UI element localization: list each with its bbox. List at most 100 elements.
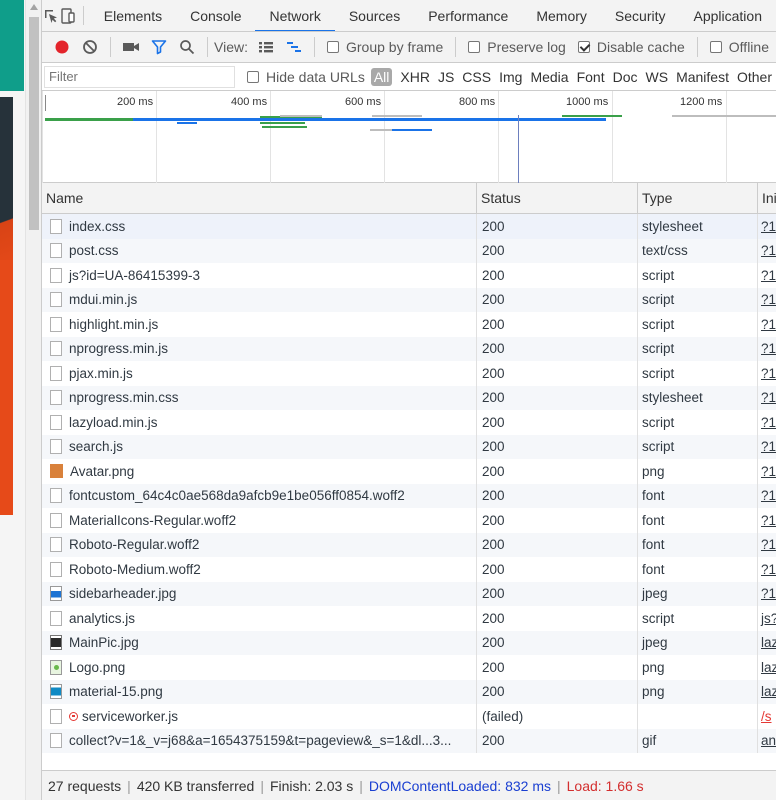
network-overview[interactable]: 200 ms 400 ms 600 ms 800 ms 1000 ms 1200… — [42, 91, 776, 183]
initiator-link[interactable]: ?1 — [761, 366, 776, 381]
initiator-link[interactable]: ?1 — [761, 317, 776, 332]
checkbox-box[interactable] — [247, 70, 259, 83]
page-scrollbar[interactable] — [25, 0, 42, 800]
table-row[interactable]: highlight.min.js 200 script ?1 — [42, 312, 776, 337]
cell-initiator[interactable]: ?1 — [758, 582, 776, 607]
initiator-link[interactable]: an — [761, 733, 776, 748]
table-row[interactable]: nprogress.min.css 200 stylesheet ?1 — [42, 385, 776, 411]
initiator-link[interactable]: ?1 — [761, 537, 776, 552]
initiator-link[interactable]: ?1 — [761, 341, 776, 356]
cell-initiator[interactable]: /s — [758, 704, 776, 729]
initiator-link[interactable]: ?1 — [761, 292, 776, 307]
initiator-link[interactable]: ?1 — [761, 488, 776, 503]
table-row[interactable]: sidebarheader.jpg 200 jpeg ?1 — [42, 581, 776, 607]
inspect-element-icon[interactable] — [42, 0, 60, 31]
table-row[interactable]: MaterialIcons-Regular.woff2 200 font ?1 — [42, 508, 776, 533]
table-row[interactable]: js?id=UA-86415399-3 200 script ?1 — [42, 263, 776, 288]
initiator-link[interactable]: ?1 — [761, 415, 776, 430]
cell-initiator[interactable]: laz — [758, 655, 776, 680]
cell-initiator[interactable]: an — [758, 729, 776, 754]
initiator-link[interactable]: ?1 — [761, 513, 776, 528]
tab-security[interactable]: Security — [601, 0, 680, 31]
tab-application[interactable]: Application — [680, 0, 776, 31]
clear-button[interactable] — [76, 33, 104, 61]
cell-initiator[interactable]: ?1 — [758, 214, 776, 239]
cell-initiator[interactable]: ?1 — [758, 263, 776, 288]
cell-initiator[interactable]: ?1 — [758, 435, 776, 460]
initiator-link[interactable]: ?1 — [761, 243, 776, 258]
table-row[interactable]: material-15.png 200 png laz — [42, 679, 776, 705]
cell-initiator[interactable]: ?1 — [758, 484, 776, 509]
checkbox-box[interactable] — [326, 41, 339, 53]
table-row[interactable]: nprogress.min.js 200 script ?1 — [42, 336, 776, 362]
cell-initiator[interactable]: ?1 — [758, 288, 776, 313]
cell-initiator[interactable]: ?1 — [758, 361, 776, 386]
offline-checkbox[interactable]: Offline — [709, 39, 769, 55]
filter-type-xhr[interactable]: XHR — [396, 69, 434, 85]
initiator-link[interactable]: laz — [761, 635, 776, 650]
filter-type-manifest[interactable]: Manifest — [672, 69, 733, 85]
checkbox-box[interactable] — [468, 41, 481, 53]
filter-type-doc[interactable]: Doc — [609, 69, 642, 85]
hide-data-urls-checkbox[interactable]: Hide data URLs — [247, 69, 365, 85]
checkbox-box[interactable] — [709, 41, 722, 53]
initiator-link[interactable]: laz — [761, 660, 776, 675]
tab-memory[interactable]: Memory — [522, 0, 601, 31]
column-header-status[interactable]: Status — [477, 183, 638, 213]
table-row[interactable]: MainPic.jpg 200 jpeg laz — [42, 630, 776, 655]
filter-type-other[interactable]: Other — [733, 69, 776, 85]
cell-initiator[interactable]: ?1 — [758, 557, 776, 582]
table-row[interactable]: mdui.min.js 200 script ?1 — [42, 287, 776, 313]
initiator-link[interactable]: ?1 — [761, 390, 776, 405]
table-row[interactable]: search.js 200 script ?1 — [42, 434, 776, 460]
initiator-link[interactable]: laz — [761, 684, 776, 699]
filter-type-all[interactable]: All — [370, 67, 393, 86]
initiator-link[interactable]: ?1 — [761, 464, 776, 479]
cell-initiator[interactable]: ?1 — [758, 410, 776, 435]
table-row[interactable]: post.css 200 text/css ?1 — [42, 238, 776, 264]
column-header-name[interactable]: Name — [42, 183, 477, 213]
filter-type-font[interactable]: Font — [573, 69, 609, 85]
table-row[interactable]: lazyload.min.js 200 script ?1 — [42, 410, 776, 435]
initiator-link[interactable]: ?1 — [761, 586, 776, 601]
record-button[interactable] — [48, 33, 76, 61]
initiator-link[interactable]: ?1 — [761, 268, 776, 283]
filter-type-media[interactable]: Media — [526, 69, 572, 85]
group-by-frame-checkbox[interactable]: Group by frame — [326, 39, 443, 55]
cell-initiator[interactable]: ?1 — [758, 508, 776, 533]
cell-initiator[interactable]: laz — [758, 680, 776, 705]
cell-initiator[interactable]: ?1 — [758, 459, 776, 484]
preserve-log-checkbox[interactable]: Preserve log — [468, 39, 566, 55]
table-row[interactable]: collect?v=1&_v=j68&a=1654375159&t=pagevi… — [42, 728, 776, 754]
tab-sources[interactable]: Sources — [335, 0, 414, 31]
tab-network[interactable]: Network — [255, 0, 336, 31]
table-row[interactable]: Logo.png 200 png laz — [42, 655, 776, 680]
initiator-link[interactable]: ?1 — [761, 562, 776, 577]
column-header-type[interactable]: Type — [638, 183, 758, 213]
table-row[interactable]: analytics.js 200scriptjs? — [42, 606, 776, 631]
tab-elements[interactable]: Elements — [90, 0, 176, 31]
cell-initiator[interactable]: ?1 — [758, 533, 776, 558]
search-button[interactable] — [173, 33, 201, 61]
capture-screenshots-button[interactable] — [117, 33, 145, 61]
large-request-rows-button[interactable] — [252, 33, 280, 61]
table-row[interactable]: pjax.min.js 200 script ?1 — [42, 361, 776, 386]
filter-type-ws[interactable]: WS — [642, 69, 673, 85]
initiator-link[interactable]: ?1 — [761, 439, 776, 454]
checkbox-box-checked[interactable] — [577, 41, 590, 53]
initiator-link[interactable]: ?1 — [761, 219, 776, 234]
table-row[interactable]: Roboto-Medium.woff2 200 font ?1 — [42, 557, 776, 582]
filter-type-img[interactable]: Img — [495, 69, 526, 85]
tab-performance[interactable]: Performance — [414, 0, 522, 31]
filter-toggle-button[interactable] — [145, 33, 173, 61]
cell-initiator[interactable]: ?1 — [758, 386, 776, 411]
table-row[interactable]: Avatar.png 200 png ?1 — [42, 459, 776, 484]
show-overview-button[interactable] — [280, 33, 308, 61]
filter-input[interactable] — [44, 65, 235, 88]
filter-type-js[interactable]: JS — [434, 69, 458, 85]
cell-initiator[interactable]: ?1 — [758, 239, 776, 264]
table-row[interactable]: Roboto-Regular.woff2 200 font ?1 — [42, 532, 776, 558]
cell-initiator[interactable]: ?1 — [758, 337, 776, 362]
cell-initiator[interactable]: js? — [758, 606, 776, 631]
cell-initiator[interactable]: ?1 — [758, 312, 776, 337]
